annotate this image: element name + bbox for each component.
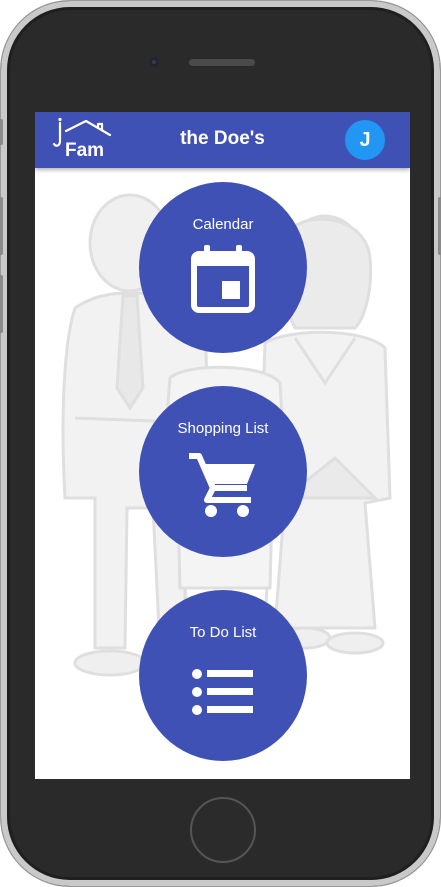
shopping-list-tile[interactable]: Shopping List [139, 386, 307, 557]
user-avatar[interactable]: J [345, 120, 385, 160]
list-icon [192, 669, 253, 715]
calendar-tile[interactable]: Calendar [139, 182, 307, 353]
volume-down-button [0, 275, 3, 333]
calendar-label: Calendar [192, 216, 254, 233]
earpiece-speaker [189, 59, 255, 66]
volume-up-button [0, 197, 3, 255]
todo-list-tile[interactable]: To Do List [139, 590, 307, 761]
shopping-list-label: Shopping List [177, 420, 269, 437]
calendar-icon [191, 245, 255, 313]
app-header: Fam the Doe's J [35, 112, 410, 168]
mute-switch [0, 119, 3, 145]
todo-list-label: To Do List [189, 624, 257, 641]
cart-icon [189, 453, 255, 517]
home-button[interactable] [190, 797, 256, 863]
front-camera [149, 57, 159, 67]
app-screen: Fam the Doe's J Calendar Shopping List T… [35, 112, 410, 779]
phone-frame: Fam the Doe's J Calendar Shopping List T… [0, 0, 441, 887]
